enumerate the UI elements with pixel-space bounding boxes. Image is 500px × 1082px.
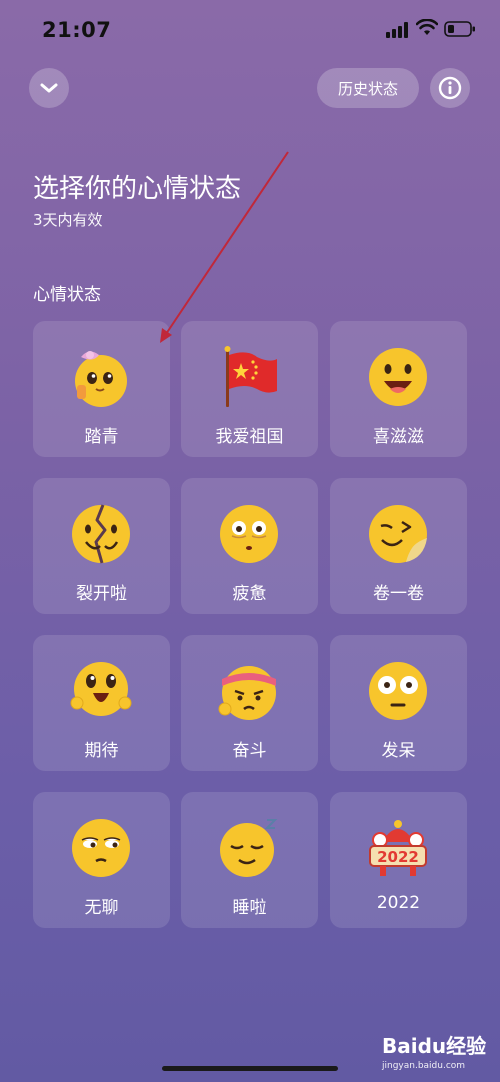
- mood-card-happy[interactable]: 喜滋滋: [330, 321, 467, 457]
- bored-emoji-icon: [72, 819, 130, 877]
- mood-card-dazed[interactable]: 发呆: [330, 635, 467, 771]
- info-button[interactable]: [430, 68, 470, 108]
- chevron-down-icon: [40, 83, 58, 93]
- page-title: 选择你的心情状态: [33, 174, 242, 204]
- mood-card-striving[interactable]: 奋斗: [181, 635, 318, 771]
- wifi-icon: [416, 19, 438, 35]
- expectant-emoji-icon: [70, 662, 132, 716]
- china-flag-icon: [224, 346, 277, 407]
- watermark: Baidu经验 jingyan.baidu.com: [382, 1030, 486, 1071]
- lion-2022-icon: 2022: [369, 820, 427, 876]
- spring-outing-emoji-icon: [75, 351, 127, 407]
- collapse-button[interactable]: [29, 68, 69, 108]
- mood-card-2022[interactable]: 2022 2022: [330, 792, 467, 928]
- mood-label: 期待: [84, 741, 119, 761]
- cracked-emoji-icon: [72, 504, 130, 564]
- home-indicator[interactable]: [162, 1066, 338, 1071]
- mood-label: 喜滋滋: [373, 427, 424, 447]
- cellular-signal-icon: [386, 22, 408, 38]
- mood-label: 我爱祖国: [215, 427, 284, 447]
- status-time: 21:07: [42, 18, 112, 42]
- mood-label: 疲惫: [232, 584, 267, 604]
- curl-emoji-icon: [369, 505, 427, 563]
- mood-card-curl[interactable]: 卷一卷: [330, 478, 467, 614]
- watermark-domain: jingyan.baidu.com: [382, 1061, 466, 1071]
- happy-emoji-icon: [369, 348, 427, 406]
- watermark-brand: Baidu经验: [382, 1034, 487, 1058]
- mood-card-cracked[interactable]: 裂开啦: [33, 478, 170, 614]
- mood-label: 裂开啦: [76, 584, 127, 604]
- info-icon: [438, 76, 462, 100]
- mood-label: 踏青: [84, 427, 119, 447]
- mood-label: 卷一卷: [373, 584, 424, 604]
- mood-card-spring-outing[interactable]: 踏青: [33, 321, 170, 457]
- tired-emoji-icon: [220, 505, 278, 563]
- mood-card-love-motherland[interactable]: 我爱祖国: [181, 321, 318, 457]
- mood-label: 无聊: [84, 898, 119, 918]
- mood-card-expectant[interactable]: 期待: [33, 635, 170, 771]
- sleeping-emoji-icon: [220, 819, 278, 877]
- svg-text:2022: 2022: [377, 848, 419, 866]
- battery-icon: [444, 21, 475, 37]
- section-label: 心情状态: [33, 285, 101, 305]
- history-status-button[interactable]: 历史状态: [317, 68, 419, 108]
- status-bar: 21:07: [0, 0, 500, 60]
- mood-card-sleeping[interactable]: 睡啦: [181, 792, 318, 928]
- mood-label: 奋斗: [232, 741, 267, 761]
- mood-label: 2022: [376, 893, 421, 913]
- mood-label: 发呆: [381, 741, 416, 761]
- dazed-emoji-icon: [369, 662, 427, 720]
- mood-card-tired[interactable]: 疲惫: [181, 478, 318, 614]
- mood-card-bored[interactable]: 无聊: [33, 792, 170, 928]
- striving-emoji-icon: [218, 666, 276, 720]
- page-subtitle: 3天内有效: [33, 211, 103, 229]
- mood-label: 睡啦: [232, 898, 267, 918]
